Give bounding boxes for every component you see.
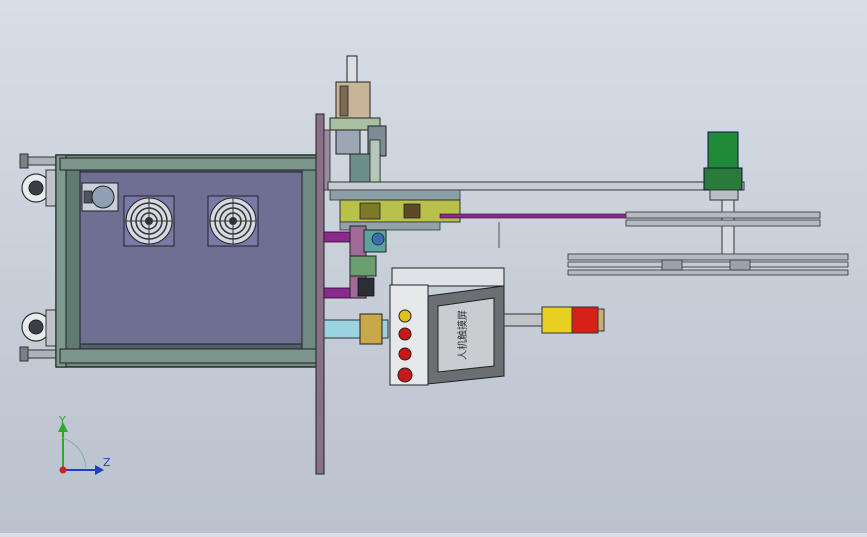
button-red-1 [398,327,412,341]
triad-y-label: Y [58,414,66,427]
top-cylinder [329,55,387,191]
cooling-fan-left [123,195,175,247]
caster-bottom [19,309,59,362]
caster-top [19,153,59,207]
horizontal-arm [327,181,745,201]
servo-motor [703,131,743,257]
cad-viewport[interactable]: 人机触摸屏 Y Z [0,0,867,533]
control-panel: 人机触摸屏 [389,267,505,386]
purple-cylinders [323,225,387,299]
button-red-2 [398,347,412,361]
panel-label: 人机触摸屏 [456,310,469,360]
assembly-drawing: 人机触摸屏 Y Z [19,55,849,475]
emergency-stop [397,367,413,383]
triad-z-label: Z [103,456,111,469]
cooling-fan-right [207,195,259,247]
mount-bracket [81,182,119,212]
coordinate-triad: Y Z [58,414,111,475]
panel-arm [323,313,389,345]
signal-tower [503,306,605,334]
turntable-plates [567,211,849,276]
indicator-yellow [398,309,412,323]
